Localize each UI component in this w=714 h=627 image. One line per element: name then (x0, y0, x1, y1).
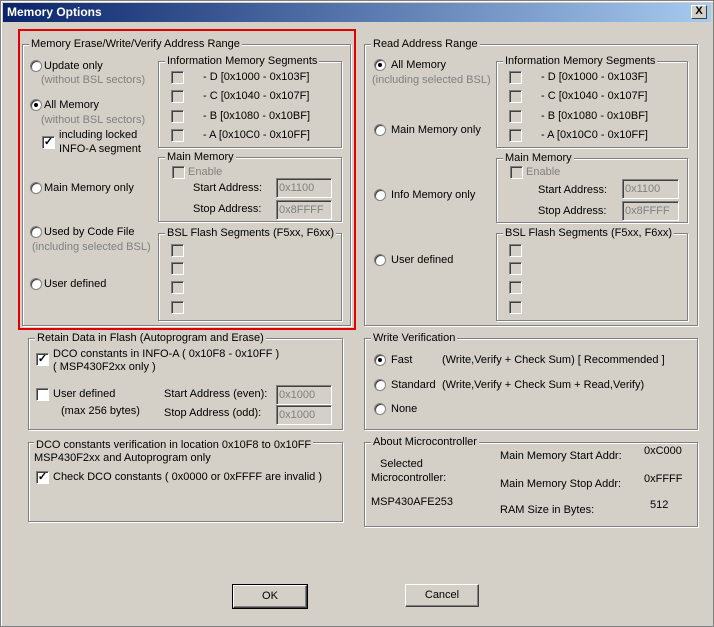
read-seg-a-checkbox[interactable] (509, 129, 522, 142)
write-verify-fast-label: Fast (391, 354, 413, 366)
read-stop-address-input[interactable]: 0x8FFFF (622, 201, 679, 221)
retain-start-label: Start Address (even): (164, 388, 268, 400)
read-bsl-group: BSL Flash Segments (F5xx, F6xx) (496, 227, 688, 321)
ram-size-label: RAM Size in Bytes: (500, 504, 595, 516)
main-start-addr-value: 0xC000 (644, 445, 682, 457)
read-stop-label: Stop Address: (538, 205, 607, 217)
read-all-memory-radio[interactable] (374, 59, 386, 71)
window-title: Memory Options (7, 5, 102, 19)
write-verify-standard-desc: (Write,Verify + Check Sum + Read,Verify) (442, 379, 645, 391)
read-seg-b-label: - B [0x1080 - 0x10BF] (541, 110, 648, 122)
read-seg-d-label: - D [0x1000 - 0x103F] (541, 71, 648, 83)
retain-data-title: Retain Data in Flash (Autoprogram and Er… (35, 332, 266, 345)
write-verify-none-radio[interactable] (374, 403, 386, 415)
read-seg-d-checkbox[interactable] (509, 71, 522, 84)
about-selected-label-2: Microcontroller: (371, 472, 447, 484)
dco-verify-line-1: DCO constants verification in location 0… (34, 439, 314, 452)
title-bar: Memory Options X (3, 3, 711, 22)
write-verify-fast-desc: (Write,Verify + Check Sum) [ Recommended… (442, 354, 665, 366)
read-info-segments-title: Information Memory Segments (503, 55, 658, 68)
read-user-defined-label: User defined (391, 254, 454, 266)
read-main-memory-label: Main Memory only (391, 124, 481, 136)
about-device-name: MSP430AFE253 (371, 496, 453, 508)
main-start-addr-label: Main Memory Start Addr: (500, 450, 622, 462)
retain-user-defined-checkbox[interactable] (36, 388, 49, 401)
read-user-defined-radio[interactable] (374, 254, 386, 266)
read-seg-c-checkbox[interactable] (509, 90, 522, 103)
check-dco-label: Check DCO constants ( 0x0000 or 0xFFFF a… (53, 471, 322, 483)
check-dco-checkbox[interactable]: ✓ (36, 471, 49, 484)
ok-button[interactable]: OK (232, 584, 308, 609)
about-title: About Microcontroller (371, 436, 479, 449)
retain-start-address-input[interactable]: 0x1000 (276, 385, 332, 405)
retain-stop-label: Stop Address (odd): (164, 407, 262, 419)
read-all-memory-label: All Memory (391, 59, 447, 71)
write-verify-title: Write Verification (371, 332, 458, 345)
write-verify-fast-radio[interactable] (374, 354, 386, 366)
read-main-memory-title: Main Memory (503, 152, 574, 165)
dco-constants-label-2: ( MSP430F2xx only ) (53, 361, 156, 373)
read-seg-b-checkbox[interactable] (509, 110, 522, 123)
read-start-label: Start Address: (538, 184, 608, 196)
read-start-address-input[interactable]: 0x1100 (622, 179, 679, 199)
read-main-memory-radio[interactable] (374, 124, 386, 136)
ram-size-value: 512 (650, 499, 669, 511)
retain-stop-address-input[interactable]: 0x1000 (276, 405, 332, 425)
main-stop-addr-value: 0xFFFF (644, 473, 683, 485)
read-bsl-title: BSL Flash Segments (F5xx, F6xx) (503, 227, 675, 240)
read-main-enable-label: Enable (526, 166, 561, 178)
read-bsl-2-checkbox[interactable] (509, 262, 522, 275)
read-seg-a-label: - A [0x10C0 - 0x10FF] (541, 129, 648, 141)
retain-max-bytes-label: (max 256 bytes) (61, 405, 140, 417)
main-stop-addr-label: Main Memory Stop Addr: (500, 478, 622, 490)
read-bsl-1-checkbox[interactable] (509, 244, 522, 257)
highlight-box (18, 29, 356, 330)
memory-options-dialog: Memory Options X Memory Erase/Write/Veri… (0, 0, 714, 627)
close-button[interactable]: X (691, 5, 707, 19)
cancel-button[interactable]: Cancel (405, 584, 479, 607)
dco-verify-line-2: MSP430F2xx and Autoprogram only (34, 452, 211, 464)
read-info-memory-radio[interactable] (374, 189, 386, 201)
about-selected-label-1: Selected (380, 458, 423, 470)
read-range-title: Read Address Range (371, 38, 480, 51)
retain-user-defined-label: User defined (53, 388, 116, 400)
read-seg-c-label: - C [0x1040 - 0x107F] (541, 90, 648, 102)
write-verify-standard-radio[interactable] (374, 379, 386, 391)
read-main-enable-checkbox[interactable] (510, 166, 523, 179)
dco-constants-checkbox[interactable]: ✓ (36, 353, 49, 366)
dco-constants-label-1: DCO constants in INFO-A ( 0x10F8 - 0x10F… (53, 348, 280, 360)
read-bsl-4-checkbox[interactable] (509, 301, 522, 314)
write-verify-none-label: None (391, 403, 418, 415)
read-info-memory-label: Info Memory only (391, 189, 476, 201)
write-verify-standard-label: Standard (391, 379, 436, 391)
read-all-memory-sub: (including selected BSL) (372, 74, 491, 86)
read-bsl-3-checkbox[interactable] (509, 281, 522, 294)
